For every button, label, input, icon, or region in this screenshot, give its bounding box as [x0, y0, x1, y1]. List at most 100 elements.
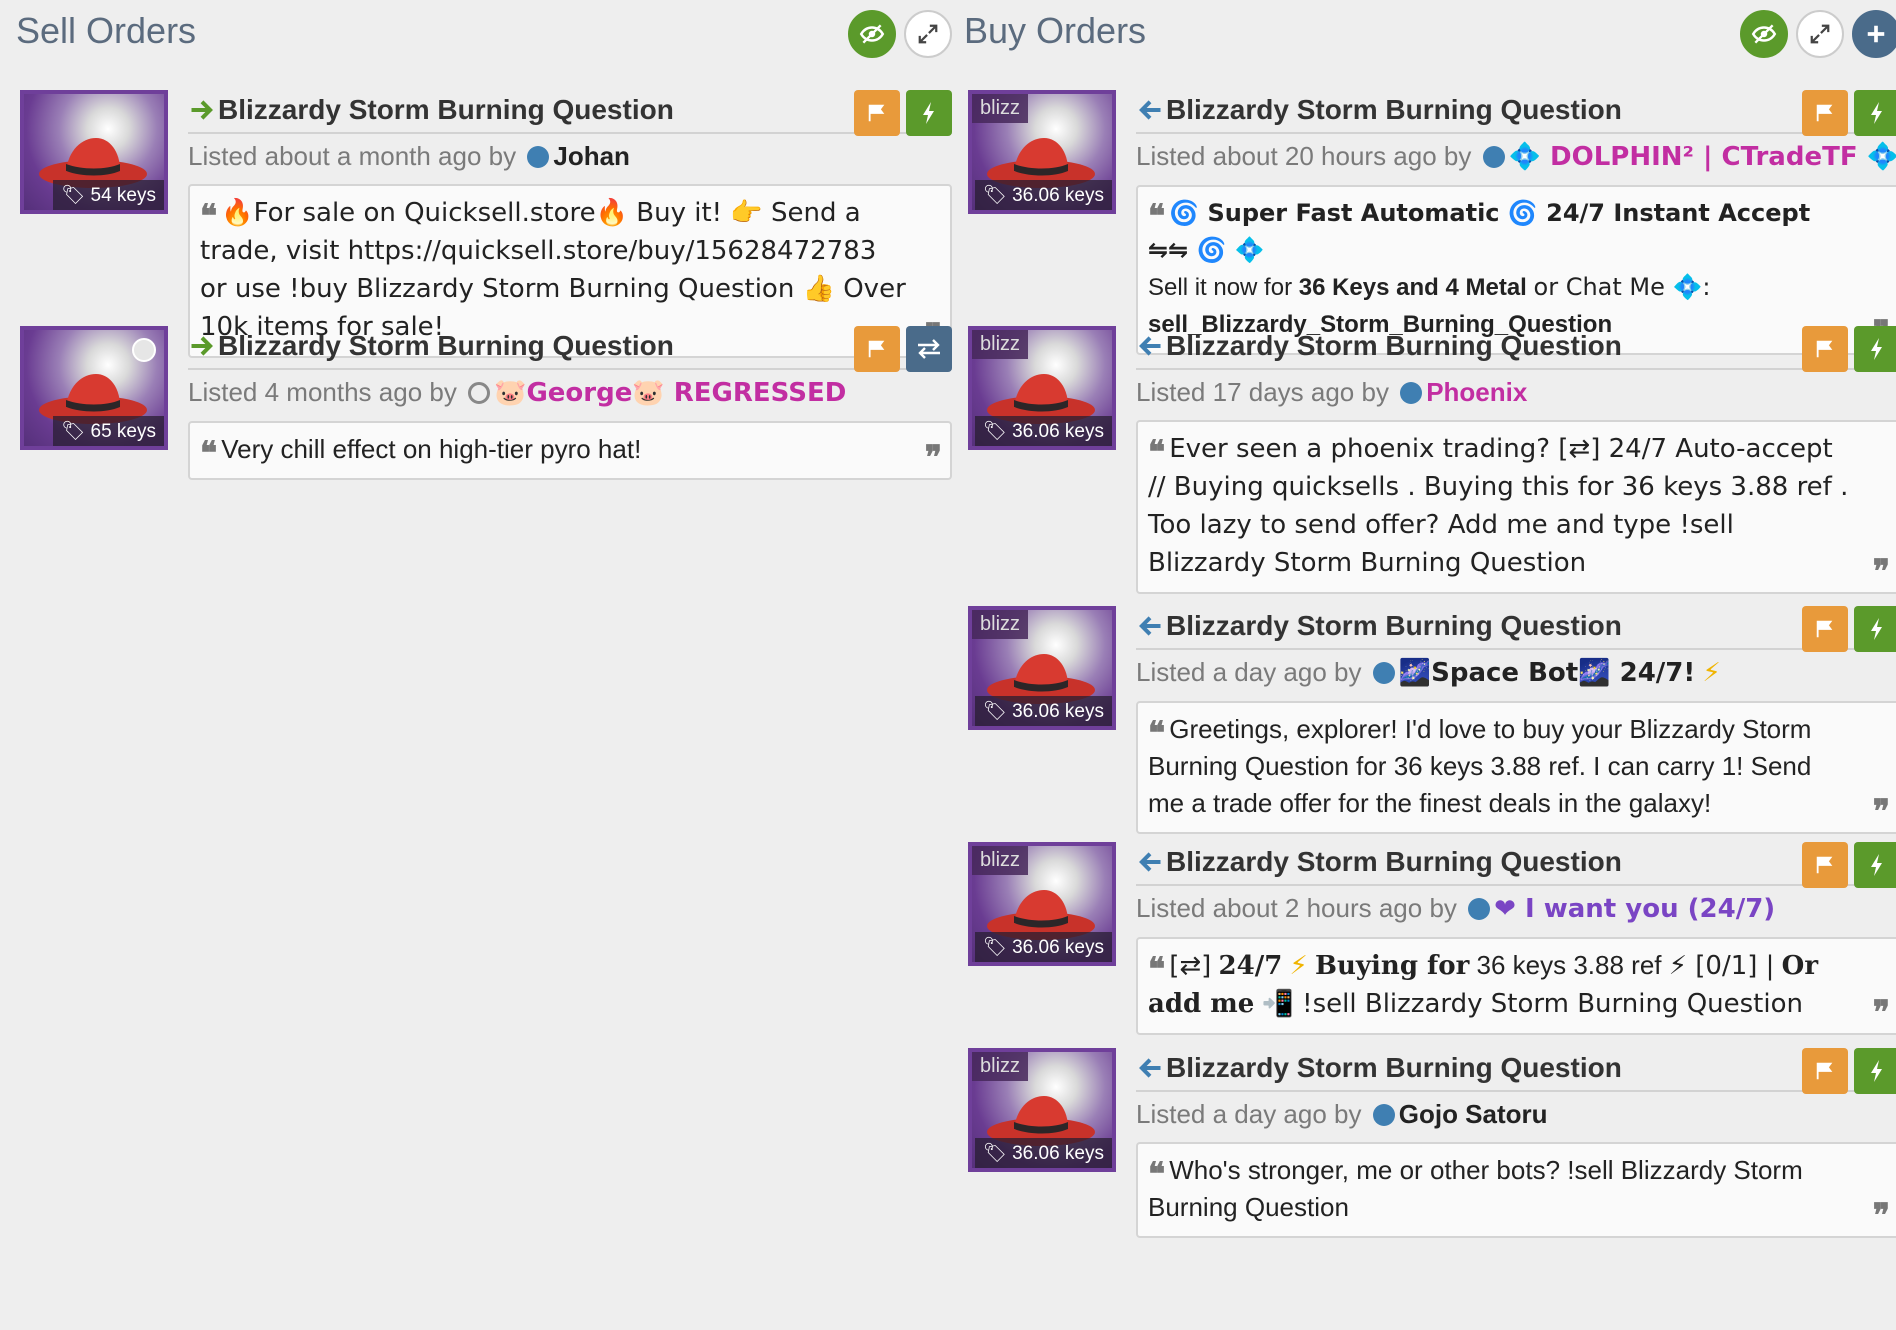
sell-listing: 🏷 65 keys Blizzardy Storm Burning Questi…	[12, 326, 952, 480]
hide-eye-button[interactable]	[1740, 10, 1788, 58]
comment-line: Sell it now for 36 Keys and 4 Metal or C…	[1148, 273, 1711, 301]
tag-icon: 🏷	[982, 421, 1007, 442]
item-thumbnail[interactable]: blizz 🏷 36.06 keys	[968, 1048, 1116, 1172]
listing-meta: Listed about a month ago by Johan	[188, 141, 630, 171]
item-thumbnail[interactable]: blizz 🏷 36.06 keys	[968, 842, 1116, 966]
report-flag-button[interactable]	[1802, 326, 1848, 372]
tag-icon: 🏷	[982, 1143, 1007, 1164]
user-status-dot	[1482, 146, 1505, 168]
item-thumbnail[interactable]: blizz 🏷 36.06 keys	[968, 326, 1116, 450]
expand-button[interactable]	[904, 10, 952, 58]
arrow-left-icon	[1139, 852, 1161, 872]
flag-icon	[1816, 620, 1833, 638]
user-name[interactable]: Gojo Satoru	[1399, 1099, 1548, 1129]
classifieds-page: Sell Orders 🏷 54 keys Blizzardy Storm Bu…	[0, 0, 1896, 1330]
lightning-icon	[1871, 338, 1882, 360]
user-status-dot	[1372, 662, 1395, 684]
listing-meta: Listed 17 days ago by Phoenix	[1136, 377, 1528, 407]
listing-title[interactable]: Blizzardy Storm Burning Question	[188, 326, 952, 366]
buy-panel-title: Buy Orders	[964, 10, 1147, 51]
buy-listing: blizz 🏷 36.06 keys Blizzardy Storm Burni…	[960, 1048, 1896, 1238]
quote-icon: ❝	[200, 197, 218, 235]
listing-body: Blizzardy Storm Burning Question Listed …	[1136, 90, 1896, 355]
buy-panel-header: Buy Orders	[960, 0, 1896, 76]
listing-title[interactable]: Blizzardy Storm Burning Question	[1136, 90, 1896, 130]
report-flag-button[interactable]	[1802, 842, 1848, 888]
user-name[interactable]: 💠 DOLPHIN² | CTradeTF 💠	[1509, 142, 1896, 172]
listing-title[interactable]: Blizzardy Storm Burning Question	[1136, 1048, 1896, 1088]
listing-title-row: Blizzardy Storm Burning Question	[1136, 90, 1896, 136]
flag-icon	[868, 340, 885, 358]
effect-badge: blizz	[972, 94, 1029, 123]
listing-meta: Listed a day ago by 🌌Space Bot🌌 24/7! ⚡	[1136, 657, 1721, 688]
buy-listing: blizz 🏷 36.06 keys Blizzardy Storm Burni…	[960, 842, 1896, 1035]
sell-panel-header: Sell Orders	[12, 0, 952, 76]
listing-title[interactable]: Blizzardy Storm Burning Question	[1136, 842, 1896, 882]
listing-title[interactable]: Blizzardy Storm Burning Question	[1136, 326, 1896, 366]
listing-title[interactable]: Blizzardy Storm Burning Question	[1136, 606, 1896, 646]
quote-icon: ❞	[924, 438, 942, 476]
price-tag: 🏷 65 keys	[53, 416, 164, 446]
instant-trade-button[interactable]	[1854, 326, 1896, 372]
report-flag-button[interactable]	[1802, 606, 1848, 652]
listing-title[interactable]: Blizzardy Storm Burning Question	[188, 90, 952, 130]
price-tag: 🏷 36.06 keys	[974, 180, 1112, 210]
add-buy-order-button[interactable]	[1852, 10, 1896, 58]
user-status-dot	[1400, 382, 1423, 404]
listing-body: Blizzardy Storm Burning Question Listed …	[188, 326, 952, 480]
arrow-left-icon	[1139, 616, 1161, 636]
user-name[interactable]: Phoenix	[1426, 377, 1527, 407]
report-flag-button[interactable]	[854, 326, 900, 372]
flag-icon	[1816, 856, 1833, 874]
price-tag: 🏷 36.06 keys	[974, 416, 1112, 446]
listing-actions	[1802, 606, 1896, 652]
buy-listing: blizz 🏷 36.06 keys Blizzardy Storm Burni…	[960, 326, 1896, 594]
arrow-left-icon	[1139, 336, 1161, 356]
listing-title-row: Blizzardy Storm Burning Question	[188, 90, 952, 136]
listing-body: Blizzardy Storm Burning Question Listed …	[1136, 606, 1896, 834]
listing-comment: ❝ Very chill effect on high-tier pyro hat…	[188, 421, 952, 480]
item-thumbnail[interactable]: 🏷 54 keys	[20, 90, 168, 214]
listing-comment: ❝ Greetings, explorer! I'd love to buy yo…	[1136, 701, 1896, 834]
user-name[interactable]: Johan	[553, 141, 630, 171]
listing-actions	[1802, 842, 1896, 888]
listing-meta: Listed 4 months ago by 🐷George🐷 REGRESSE…	[188, 377, 847, 408]
instant-trade-button[interactable]	[1854, 606, 1896, 652]
item-thumbnail[interactable]: 🏷 65 keys	[20, 326, 168, 450]
effect-badge: blizz	[972, 846, 1029, 875]
listing-title-row: Blizzardy Storm Burning Question	[1136, 842, 1896, 888]
user-name[interactable]: 🐷George🐷 REGRESSED	[494, 378, 846, 408]
trade-offer-button[interactable]	[906, 326, 952, 372]
item-thumbnail[interactable]: blizz 🏷 36.06 keys	[968, 606, 1116, 730]
lightning-emoji: ⚡	[1702, 658, 1721, 688]
arrow-right-icon	[191, 336, 213, 356]
listing-actions	[1802, 326, 1896, 372]
instant-trade-button[interactable]	[906, 90, 952, 136]
report-flag-button[interactable]	[1802, 90, 1848, 136]
tag-icon: 🏷	[982, 185, 1007, 206]
instant-trade-button[interactable]	[1854, 842, 1896, 888]
quote-icon: ❝	[200, 434, 218, 472]
listing-body: Blizzardy Storm Burning Question Listed …	[1136, 326, 1896, 594]
item-thumbnail[interactable]: blizz 🏷 36.06 keys	[968, 90, 1116, 214]
expand-button[interactable]	[1796, 10, 1844, 58]
instant-trade-button[interactable]	[1854, 90, 1896, 136]
listing-body: Blizzardy Storm Burning Question Listed …	[1136, 842, 1896, 1035]
user-status-dot	[1468, 898, 1491, 920]
quote-icon: ❞	[1872, 1196, 1890, 1234]
buy-header-buttons	[1740, 10, 1896, 58]
instant-trade-button[interactable]	[1854, 1048, 1896, 1094]
report-flag-button[interactable]	[854, 90, 900, 136]
listing-comment: ❝ Ever seen a phoenix trading? [⇄] 24/7 A…	[1136, 420, 1896, 594]
report-flag-button[interactable]	[1802, 1048, 1848, 1094]
expand-icon	[918, 24, 938, 44]
user-name[interactable]: 🌌Space Bot🌌 24/7!	[1399, 658, 1696, 688]
listing-actions	[854, 90, 952, 136]
quote-icon: ❞	[1872, 993, 1890, 1031]
quote-icon: ❞	[1872, 552, 1890, 590]
comment-line: ❝ 🌀 Super Fast Automatic 🌀 24/7 Instant A…	[1148, 197, 1811, 264]
user-name[interactable]: ❤ I want you (24/7)	[1494, 894, 1775, 924]
buy-orders-panel: Buy Orders blizz 🏷 36.06 keys Blizzardy …	[960, 0, 1896, 1254]
hide-eye-button[interactable]	[848, 10, 896, 58]
sell-listing: 🏷 54 keys Blizzardy Storm Burning Questi…	[12, 90, 952, 358]
